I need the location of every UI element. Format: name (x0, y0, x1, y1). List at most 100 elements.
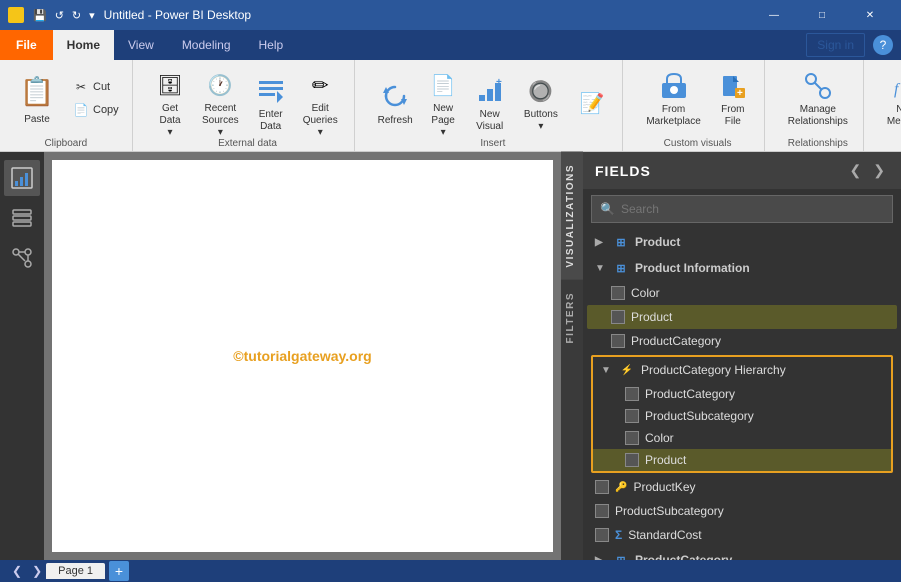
save-button[interactable]: 💾 (30, 7, 50, 24)
redo-button[interactable]: ↻ (69, 7, 84, 24)
field-checkbox[interactable] (625, 387, 639, 401)
sidebar-report-icon[interactable] (4, 160, 40, 196)
copy-icon: 📄 (73, 102, 89, 118)
hierarchy-item-product[interactable]: Product (593, 449, 891, 471)
field-item-product-category[interactable]: ProductCategory (587, 329, 897, 353)
key-icon: 🔑 (615, 482, 627, 493)
field-checkbox[interactable] (625, 453, 639, 467)
field-checkbox[interactable] (625, 431, 639, 445)
from-file-button[interactable]: + FromFile (710, 65, 756, 133)
custom-visuals-group-label: Custom visuals (631, 138, 763, 149)
new-measure-button[interactable]: fx NewMeasure (880, 65, 901, 133)
minimize-button[interactable]: — (751, 0, 797, 30)
new-visual-icon: + (474, 75, 506, 107)
manage-relationships-button[interactable]: ManageRelationships (781, 65, 855, 133)
clipboard-small-buttons: ✂ Cut 📄 Copy (68, 76, 124, 121)
new-visual-label: NewVisual (476, 109, 503, 133)
field-item-product-info[interactable]: ▼ ⊞ Product Information (587, 255, 897, 281)
sigma-icon: Σ (615, 528, 622, 542)
tab-modeling[interactable]: Modeling (168, 30, 245, 60)
title-bar: 💾 ↺ ↻ ▾ Untitled - Power BI Desktop — □ … (0, 0, 901, 30)
search-icon: 🔍 (600, 202, 615, 216)
get-data-label: GetData ▾ (156, 103, 185, 139)
edit-queries-button[interactable]: ✏ EditQueries ▾ (294, 64, 346, 144)
get-data-button[interactable]: 🗄 GetData ▾ (149, 64, 192, 144)
copy-button[interactable]: 📄 Copy (68, 99, 124, 121)
fields-title: FIELDS (595, 163, 651, 179)
page-1-tab[interactable]: Page 1 (46, 563, 105, 579)
cut-button[interactable]: ✂ Cut (68, 76, 124, 98)
sidebar-data-icon[interactable] (4, 200, 40, 236)
field-item-hierarchy-root[interactable]: ▼ ⚡ ProductCategory Hierarchy (593, 357, 891, 383)
field-checkbox[interactable] (625, 409, 639, 423)
canvas-page[interactable]: ©tutorialgateway.org (52, 160, 553, 552)
enter-data-button[interactable]: EnterData (249, 70, 292, 138)
ribbon-group-custom-visuals: FromMarketplace + FromFile Custom visual… (631, 60, 764, 151)
sign-in-button[interactable]: Sign in (806, 33, 865, 57)
canvas-watermark: ©tutorialgateway.org (233, 348, 371, 364)
ribbon-tabs-container: Home View Modeling Help Sign in ? (53, 30, 901, 60)
fields-nav-forward[interactable]: ❯ (869, 160, 889, 181)
fields-nav-back[interactable]: ❮ (846, 160, 866, 181)
visualizations-tab[interactable]: VISUALIZATIONS (561, 152, 583, 280)
scroll-left-icon[interactable]: ❮ (8, 564, 26, 578)
refresh-button[interactable]: Refresh (371, 76, 418, 132)
field-item-product[interactable]: Product (587, 305, 897, 329)
field-checkbox[interactable] (595, 528, 609, 542)
field-checkbox[interactable] (595, 480, 609, 494)
hierarchy-item-product-subcategory[interactable]: ProductSubcategory (593, 405, 891, 427)
field-checkbox[interactable] (611, 334, 625, 348)
vertical-tabs: VISUALIZATIONS FILTERS (561, 152, 583, 560)
expand-icon: ▼ (601, 365, 613, 376)
manage-relationships-icon (802, 70, 834, 102)
calculations-group-label: Calculations (872, 138, 901, 149)
ribbon-group-external-data: 🗄 GetData ▾ 🕐 RecentSources ▾ EnterData … (141, 60, 356, 151)
recent-sources-button[interactable]: 🕐 RecentSources ▾ (193, 64, 247, 144)
qa-dropdown-button[interactable]: ▾ (86, 7, 98, 24)
enter-data-icon (255, 75, 287, 107)
maximize-button[interactable]: □ (799, 0, 845, 30)
new-page-icon: 📄 (427, 69, 459, 101)
new-visual-button[interactable]: + NewVisual (467, 70, 512, 138)
tab-file[interactable]: File (0, 30, 53, 60)
field-item-product-key[interactable]: 🔑 ProductKey (587, 475, 897, 499)
field-checkbox[interactable] (611, 286, 625, 300)
fields-search-box[interactable]: 🔍 (591, 195, 893, 223)
search-input[interactable] (621, 202, 884, 216)
new-measure-label: NewMeasure (887, 104, 901, 128)
scroll-right-icon[interactable]: ❯ (28, 564, 46, 578)
buttons-button[interactable]: 🔘 Buttons ▾ (514, 70, 568, 138)
more-button[interactable]: 📝 (570, 82, 615, 126)
tab-home[interactable]: Home (53, 30, 114, 60)
custom-visuals-items: FromMarketplace + FromFile (639, 64, 755, 147)
paste-button[interactable]: 📋 Paste (8, 67, 66, 131)
add-page-button[interactable]: + (109, 561, 129, 581)
relationships-group-label: Relationships (773, 138, 863, 149)
field-label: Color (645, 431, 674, 445)
field-item-product-root[interactable]: ▶ ⊞ Product (587, 229, 897, 255)
table-icon: ⊞ (613, 260, 629, 276)
tab-help[interactable]: Help (245, 30, 298, 60)
field-checkbox[interactable] (611, 310, 625, 324)
hierarchy-item-color[interactable]: Color (593, 427, 891, 449)
field-label: ProductSubcategory (615, 504, 724, 518)
hierarchy-item-product-category[interactable]: ProductCategory (593, 383, 891, 405)
new-page-button[interactable]: 📄 NewPage ▾ (421, 64, 466, 144)
field-item-product-category-root[interactable]: ▶ ⊞ ProductCategory (587, 547, 897, 560)
sidebar-model-icon[interactable] (4, 240, 40, 276)
filters-tab[interactable]: FILTERS (561, 280, 583, 355)
help-button[interactable]: ? (873, 35, 893, 55)
expand-icon: ▶ (595, 555, 607, 561)
status-bar: ❮ ❯ Page 1 + (0, 560, 901, 582)
tab-view[interactable]: View (114, 30, 168, 60)
refresh-icon (379, 81, 411, 113)
enter-data-label: EnterData (259, 109, 283, 133)
field-item-standard-cost[interactable]: Σ StandardCost (587, 523, 897, 547)
close-button[interactable]: ✕ (847, 0, 893, 30)
fields-nav: ❮ ❯ (846, 160, 889, 181)
field-checkbox[interactable] (595, 504, 609, 518)
field-item-color[interactable]: Color (587, 281, 897, 305)
from-marketplace-button[interactable]: FromMarketplace (639, 65, 707, 133)
undo-button[interactable]: ↺ (52, 7, 67, 24)
field-item-product-subcategory[interactable]: ProductSubcategory (587, 499, 897, 523)
